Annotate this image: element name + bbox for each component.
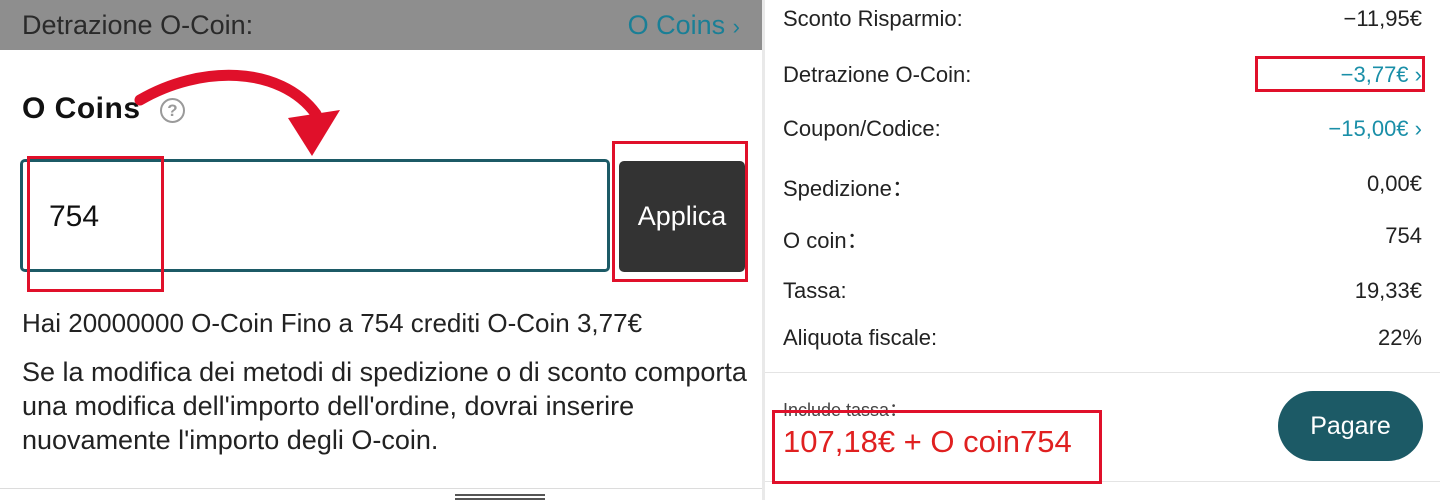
cropped-text-fragment — [455, 492, 545, 500]
divider — [765, 372, 1440, 373]
ocoins-title: O Coins — [22, 92, 141, 125]
summary-row-value: 0,00€ — [1366, 171, 1422, 196]
highlight-box-apply — [612, 141, 748, 282]
summary-row-value: 754 — [1385, 223, 1422, 248]
summary-row-shipping: Spedizione： 0,00€ — [765, 169, 1440, 209]
highlight-box-input — [27, 156, 164, 292]
summary-row-value-link[interactable]: −15,00€ › — [1328, 116, 1422, 142]
summary-row-label: Spedizione： — [783, 176, 914, 201]
ocoin-deduction-link[interactable]: O Coins › — [628, 10, 740, 41]
summary-row-tax-rate: Aliquota fiscale: 22% — [765, 323, 1440, 363]
summary-row-label: Sconto Risparmio: — [783, 6, 963, 31]
summary-row-ocoin: O coin： 754 — [765, 221, 1440, 261]
summary-row-value: 22% — [1377, 325, 1422, 350]
summary-row-label: Detrazione O-Coin: — [783, 62, 972, 87]
pay-button[interactable]: Pagare — [1278, 391, 1423, 461]
summary-row-tax: Tassa: 19,33€ — [765, 276, 1440, 316]
ocoin-deduction-header[interactable]: Detrazione O-Coin: O Coins › — [0, 0, 762, 50]
summary-row-discount: Sconto Risparmio: −11,95€ — [765, 4, 1440, 44]
summary-row-coupon[interactable]: Coupon/Codice: −15,00€ › — [765, 114, 1440, 154]
ocoin-deduction-value: O Coins — [627, 10, 726, 40]
curved-arrow-icon — [134, 69, 340, 156]
summary-row-label: Tassa: — [783, 278, 847, 303]
ocoin-balance-info: Hai 20000000 O-Coin Fino a 754 crediti O… — [22, 308, 643, 338]
highlight-box-total — [772, 410, 1102, 484]
highlight-box-deduction — [1255, 56, 1425, 92]
ocoin-notice: Se la modifica dei metodi di spedizione … — [22, 357, 747, 455]
summary-row-label: Aliquota fiscale: — [783, 325, 938, 350]
summary-row-value: −15,00€ — [1328, 116, 1409, 141]
summary-row-label: O coin： — [783, 228, 869, 253]
summary-row-label: Coupon/Codice: — [783, 116, 941, 141]
summary-row-value: 19,33€ — [1354, 278, 1422, 303]
ocoin-deduction-label: Detrazione O-Coin: — [22, 10, 254, 40]
chevron-right-icon: › — [1408, 116, 1422, 141]
divider — [0, 488, 762, 489]
chevron-right-icon: › — [732, 14, 740, 39]
summary-row-value: −11,95€ — [1343, 6, 1422, 31]
